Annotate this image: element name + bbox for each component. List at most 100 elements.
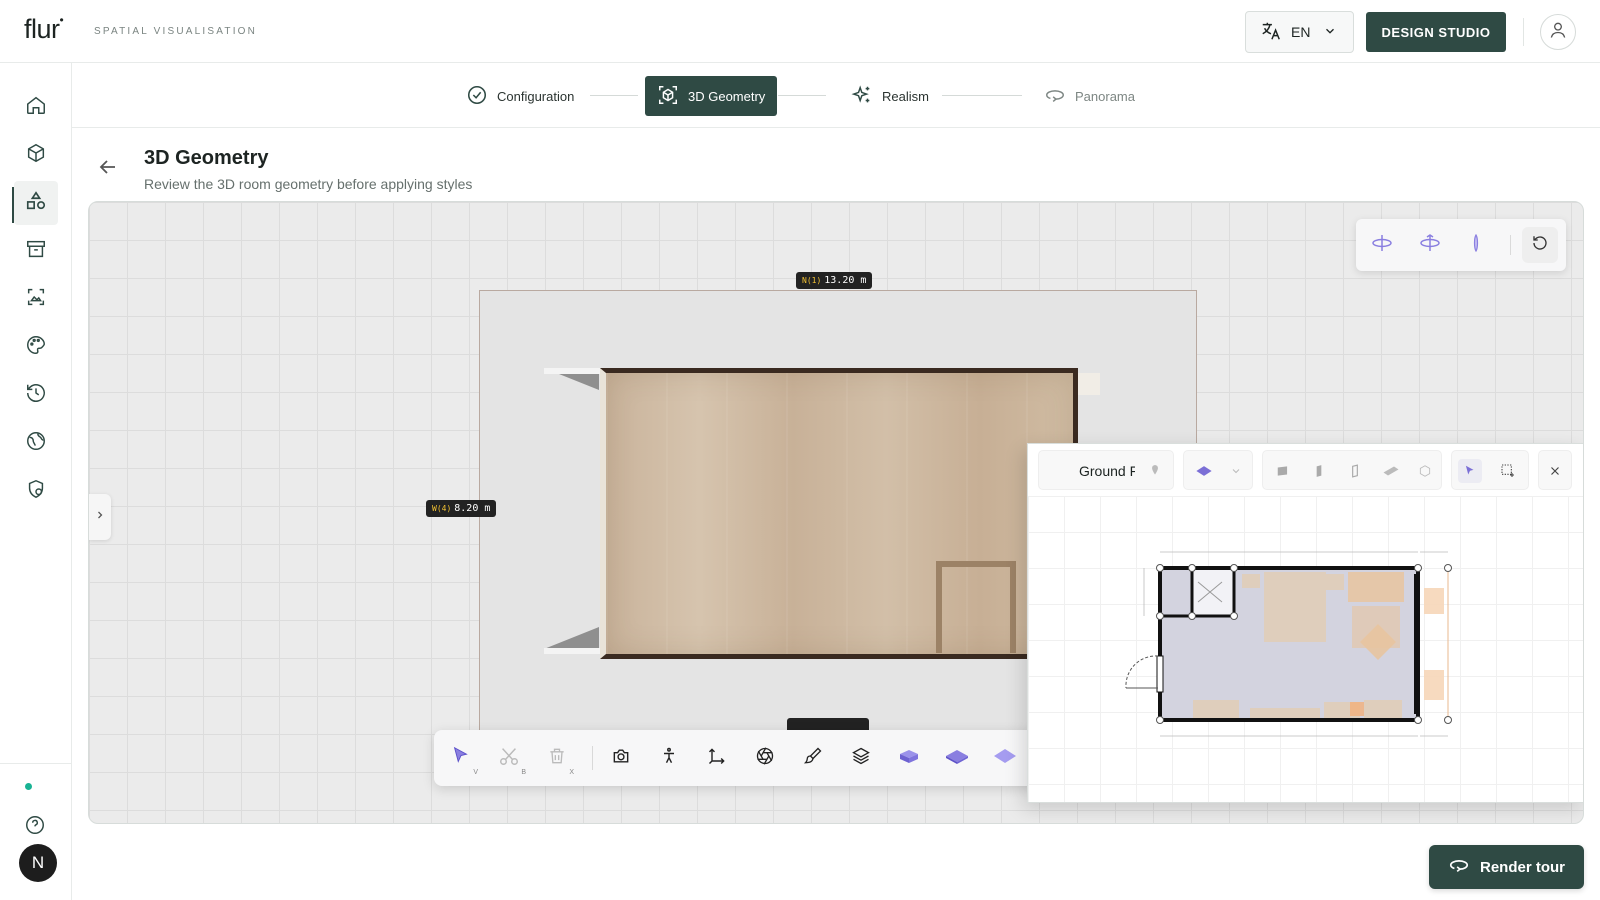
language-code: EN: [1291, 24, 1311, 40]
dimension-label-north[interactable]: N(1) 13.20 m: [796, 272, 873, 289]
tilt-icon: [1464, 231, 1488, 260]
globe-icon: [25, 430, 47, 457]
page-subtitle: Review the 3D room geometry before apply…: [144, 176, 473, 192]
close-floorplan-button[interactable]: [1538, 450, 1572, 490]
box-view-icon: [897, 744, 921, 773]
select-tools-group: [1451, 450, 1529, 490]
wall-ledge: [544, 648, 600, 654]
dimension-label-west[interactable]: W(4) 8.20 m: [426, 500, 497, 517]
tilt-button[interactable]: [1462, 231, 1490, 259]
wall-tool-icon[interactable]: [1307, 459, 1331, 483]
axes-tool[interactable]: [702, 743, 732, 773]
object-tool-icon[interactable]: [1413, 459, 1437, 483]
aperture-tool[interactable]: [750, 743, 780, 773]
app-logo[interactable]: flur•: [24, 13, 64, 45]
sidebar-divider: [0, 763, 71, 764]
aperture-icon: [755, 746, 775, 771]
reset-view-button[interactable]: [1522, 227, 1558, 263]
paintbrush-icon: [803, 746, 823, 771]
scissors-icon: [498, 745, 520, 772]
chevron-right-icon: [94, 508, 106, 526]
check-circle-icon: [466, 84, 488, 109]
wall-edge: [544, 627, 599, 649]
plan-view-icon: [1192, 459, 1216, 483]
step-realism[interactable]: Realism: [851, 76, 929, 116]
step-configuration[interactable]: Configuration: [466, 76, 574, 116]
cabinet-object[interactable]: [936, 561, 1016, 653]
sidebar-item-palette[interactable]: [14, 325, 58, 369]
render-tour-label: Render tour: [1479, 858, 1565, 876]
floor-tool-icon[interactable]: [1379, 459, 1403, 483]
cut-tool[interactable]: B: [494, 743, 526, 776]
sidebar-item-shield[interactable]: [14, 469, 58, 513]
rotate-vertical-icon: [1418, 231, 1442, 260]
select-tool[interactable]: V: [446, 743, 478, 776]
help-button[interactable]: [24, 814, 46, 836]
walk-tool[interactable]: [654, 743, 684, 773]
step-connector: [590, 95, 638, 96]
cursor-icon[interactable]: [1458, 459, 1482, 483]
floorplan-panel[interactable]: Ground Floor: [1027, 443, 1583, 803]
sidebar-item-gallery[interactable]: [14, 277, 58, 321]
floorplan-drawing: [1125, 551, 1452, 737]
step-label: Configuration: [497, 88, 575, 104]
sidebar-item-archive[interactable]: [14, 229, 58, 273]
translate-icon: [1260, 20, 1282, 45]
view-iso-tool[interactable]: [942, 743, 972, 773]
step-panorama[interactable]: Panorama: [1044, 76, 1135, 116]
layers-tool[interactable]: [846, 743, 876, 773]
home-icon: [25, 94, 47, 121]
workflow-stepper: Configuration 3D Geometry Realism Panora…: [72, 63, 1600, 128]
floorplan-toolbar: Ground Floor: [1038, 450, 1578, 490]
view-mode-dropdown[interactable]: [1183, 450, 1253, 490]
3d-viewport[interactable]: N(1) 13.20 m W(4) 8.20 m V B X Ground: [88, 201, 1584, 824]
view-box-tool[interactable]: [894, 743, 924, 773]
rotate-horizontal-icon: [1370, 231, 1394, 260]
back-button[interactable]: [96, 155, 120, 179]
shortcut-key: B: [521, 769, 526, 776]
language-selector[interactable]: EN: [1245, 11, 1354, 53]
sidebar-item-globe[interactable]: [14, 421, 58, 465]
sidebar-item-home[interactable]: [14, 85, 58, 129]
step-3d-geometry[interactable]: 3D Geometry: [645, 76, 778, 116]
sidebar-item-history[interactable]: [14, 373, 58, 417]
axes-icon: [707, 746, 727, 771]
account-button[interactable]: [1540, 14, 1576, 50]
render-tour-button[interactable]: Render tour: [1429, 845, 1584, 889]
level-selector[interactable]: Ground Floor: [1038, 450, 1174, 490]
step-connector: [942, 95, 1022, 96]
page-title: 3D Geometry: [144, 147, 269, 169]
app-tagline: SPATIAL VISUALISATION: [94, 26, 258, 37]
wall-ledge: [1078, 373, 1100, 395]
shield-icon: [25, 478, 47, 505]
design-studio-button[interactable]: DESIGN STUDIO: [1366, 12, 1506, 52]
paint-tool[interactable]: [798, 743, 828, 773]
reset-icon: [1531, 234, 1549, 257]
iso-view-icon: [944, 744, 970, 773]
sidebar-item-shapes[interactable]: [14, 181, 58, 225]
marquee-select-icon[interactable]: [1496, 459, 1520, 483]
orbit-vertical-button[interactable]: [1416, 231, 1444, 259]
floorplan-canvas[interactable]: [1028, 496, 1583, 802]
palette-icon: [25, 334, 47, 361]
door-tool-icon[interactable]: [1343, 459, 1367, 483]
user-icon: [1548, 20, 1568, 45]
history-icon: [25, 382, 47, 409]
step-label: 3D Geometry: [688, 88, 766, 104]
camera-tool[interactable]: [606, 743, 636, 773]
status-dot: [25, 783, 32, 790]
sidebar: N: [0, 63, 72, 900]
top-bar: flur• SPATIAL VISUALISATION EN DESIGN ST…: [0, 0, 1600, 63]
view-plan-tool[interactable]: [990, 743, 1020, 773]
step-label: Panorama: [1075, 88, 1135, 104]
cube-icon: [25, 142, 47, 169]
shapes-icon: [25, 190, 47, 217]
shortcut-key: X: [569, 769, 574, 776]
user-avatar[interactable]: N: [19, 844, 57, 882]
sidebar-item-3d-models[interactable]: [14, 133, 58, 177]
orbit-horizontal-button[interactable]: [1368, 231, 1396, 259]
expand-panel-button[interactable]: [89, 494, 111, 540]
delete-tool[interactable]: X: [542, 743, 574, 776]
layers-icon: [851, 746, 871, 771]
room-tool-icon[interactable]: [1271, 459, 1295, 483]
